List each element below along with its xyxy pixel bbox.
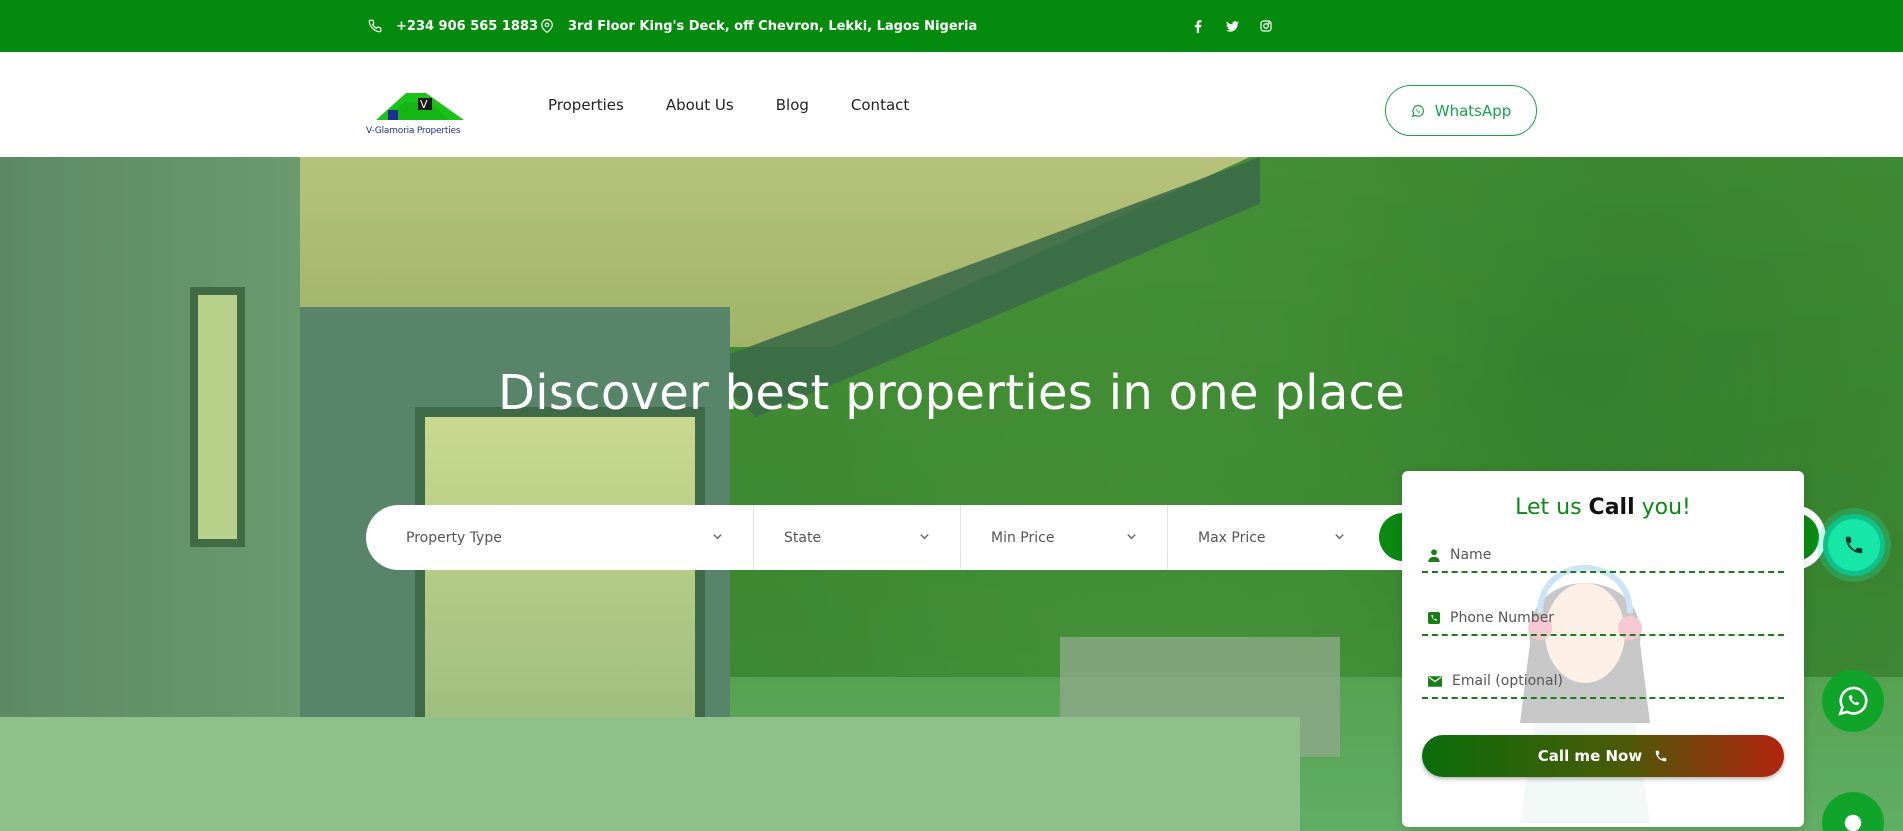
- name-placeholder: Name: [1450, 547, 1492, 563]
- name-field[interactable]: Name: [1422, 539, 1784, 573]
- min-price-label: Min Price: [991, 529, 1055, 546]
- phone-placeholder: Phone Number: [1450, 610, 1555, 626]
- main-nav: Properties About Us Blog Contact: [548, 52, 909, 157]
- phone-icon: [368, 19, 382, 33]
- nav-contact[interactable]: Contact: [851, 96, 909, 114]
- topbar-address-text: 3rd Floor King's Deck, off Chevron, Lekk…: [568, 18, 978, 34]
- floating-whatsapp-button[interactable]: [1822, 670, 1884, 732]
- hero-bg-floor: [0, 717, 1300, 831]
- callback-title: Let us Call you!: [1515, 495, 1691, 520]
- instagram-icon[interactable]: [1259, 19, 1273, 33]
- logo-house-icon: V: [376, 93, 464, 120]
- location-pin-icon: [541, 19, 553, 33]
- email-placeholder: Email (optional): [1452, 673, 1563, 689]
- chat-bubble-icon: [1844, 814, 1862, 831]
- max-price-label: Max Price: [1198, 529, 1266, 546]
- twitter-icon[interactable]: [1225, 19, 1239, 33]
- call-me-now-label: Call me Now: [1537, 747, 1643, 765]
- logo-text: V-Glamoria Properties: [366, 126, 461, 136]
- site-logo[interactable]: V V-Glamoria Properties: [366, 90, 472, 136]
- topbar-phone[interactable]: +234 906 565 1883: [368, 0, 538, 52]
- topbar-address: 3rd Floor King's Deck, off Chevron, Lekk…: [540, 0, 977, 52]
- chevron-down-icon: [1335, 534, 1344, 540]
- chevron-down-icon: [920, 534, 929, 540]
- state-select[interactable]: State: [754, 505, 961, 570]
- hero-bg-door: [415, 407, 705, 752]
- max-price-select[interactable]: Max Price: [1168, 505, 1375, 570]
- site-header: V V-Glamoria Properties Properties About…: [0, 52, 1903, 157]
- min-price-select[interactable]: Min Price: [961, 505, 1168, 570]
- whatsapp-button-label: WhatsApp: [1434, 101, 1512, 120]
- floating-call-button[interactable]: [1823, 514, 1885, 576]
- email-field[interactable]: Email (optional): [1422, 665, 1784, 699]
- social-links: [1191, 0, 1273, 52]
- hero-title: Discover best properties in one place: [497, 365, 1406, 421]
- facebook-icon[interactable]: [1191, 19, 1205, 33]
- envelope-icon: [1428, 675, 1442, 687]
- nav-blog[interactable]: Blog: [776, 96, 809, 114]
- whatsapp-button[interactable]: WhatsApp: [1385, 85, 1537, 136]
- top-bar: +234 906 565 1883 3rd Floor King's Deck,…: [0, 0, 1903, 52]
- svg-text:V: V: [420, 98, 428, 111]
- chevron-down-icon: [1127, 534, 1136, 540]
- call-me-now-button[interactable]: Call me Now: [1422, 735, 1784, 777]
- phone-icon: [1655, 750, 1667, 762]
- nav-properties[interactable]: Properties: [548, 96, 624, 114]
- user-icon: [1428, 548, 1440, 562]
- state-label: State: [784, 529, 822, 546]
- whatsapp-icon: [1411, 104, 1424, 117]
- callback-widget: Let us Call you! Name Phone Number Email…: [1402, 471, 1804, 827]
- phone-number-field[interactable]: Phone Number: [1422, 602, 1784, 636]
- whatsapp-icon: [1838, 686, 1868, 716]
- property-type-select[interactable]: Property Type: [366, 505, 754, 570]
- topbar-phone-text: +234 906 565 1883: [396, 18, 539, 34]
- chevron-down-icon: [713, 534, 722, 540]
- phone-icon: [1845, 536, 1863, 554]
- phone-square-icon: [1428, 612, 1440, 624]
- property-type-label: Property Type: [406, 529, 502, 546]
- nav-about-us[interactable]: About Us: [666, 96, 734, 114]
